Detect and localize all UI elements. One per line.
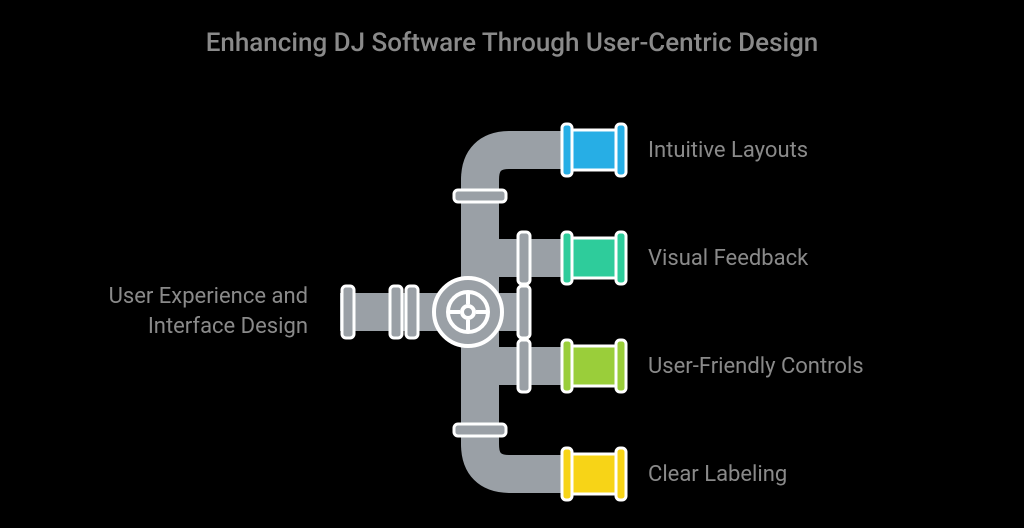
diagram-stage: Enhancing DJ Software Through User-Centr… — [0, 0, 1024, 528]
outlet-0 — [562, 124, 626, 176]
pipes-svg — [0, 0, 1024, 528]
outlet-1 — [562, 232, 626, 284]
outlet-3 — [562, 448, 626, 500]
hub-valve — [434, 278, 502, 346]
outlet-2 — [562, 340, 626, 392]
